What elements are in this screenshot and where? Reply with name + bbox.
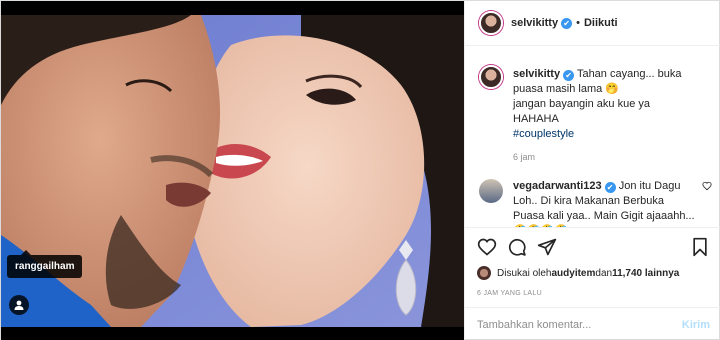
comment-verified-icon: ✔ bbox=[604, 182, 616, 193]
liker-avatar[interactable] bbox=[477, 266, 491, 280]
caption-time[interactable]: 6 jam bbox=[513, 150, 698, 165]
caption-username[interactable]: selvikitty bbox=[513, 68, 560, 80]
likes-summary[interactable]: Disukai oleh audyitem dan 11,740 lainnya bbox=[477, 266, 710, 280]
add-comment-input[interactable] bbox=[477, 318, 682, 331]
likes-prefix: Disukai oleh bbox=[497, 267, 552, 279]
post-actions: Disukai oleh audyitem dan 11,740 lainnya… bbox=[465, 227, 720, 302]
comments-list[interactable]: selvikitty ✔ Tahan cayang... buka puasa m… bbox=[465, 47, 720, 227]
photo-illustration bbox=[1, 15, 464, 327]
person-icon bbox=[14, 300, 24, 310]
author-avatar[interactable] bbox=[479, 11, 503, 35]
comment-body: vegadarwanti123 ✔ Jon itu Dagu Loh.. Di k… bbox=[513, 179, 698, 227]
likes-middle: dan bbox=[595, 267, 613, 279]
caption-author-avatar[interactable] bbox=[479, 65, 503, 89]
comment-row: vegadarwanti123 ✔ Jon itu Dagu Loh.. Di k… bbox=[479, 179, 712, 227]
follow-status-button[interactable]: Diikuti bbox=[584, 17, 618, 29]
bookmark-icon[interactable] bbox=[690, 237, 710, 257]
comment-username[interactable]: vegadarwanti123 bbox=[513, 180, 602, 192]
header-separator: • bbox=[576, 17, 580, 29]
post-image[interactable] bbox=[1, 15, 464, 327]
post-header: selvikitty ✔ • Diikuti bbox=[465, 1, 720, 46]
post-photo[interactable]: ranggailham bbox=[1, 1, 464, 340]
photo-user-tag[interactable]: ranggailham bbox=[7, 250, 83, 278]
verified-badge-icon: ✔ bbox=[561, 17, 573, 29]
caption-text-line2: jangan bayangin aku kue ya HAHAHA bbox=[513, 98, 650, 125]
post-side-panel: selvikitty ✔ • Diikuti selvikitty ✔ Tahan… bbox=[464, 1, 720, 340]
add-comment-bar: Kirim bbox=[465, 307, 720, 340]
caption-hashtag-link[interactable]: #couplestyle bbox=[513, 128, 574, 140]
likes-user[interactable]: audyitem bbox=[551, 268, 595, 279]
comment-like-heart-icon[interactable] bbox=[702, 181, 712, 194]
share-icon[interactable] bbox=[537, 237, 557, 257]
caption-body: selvikitty ✔ Tahan cayang... buka puasa m… bbox=[513, 67, 698, 165]
post-timestamp[interactable]: 6 JAM YANG LALU bbox=[477, 290, 710, 297]
author-username[interactable]: selvikitty bbox=[511, 17, 558, 29]
tagged-user-icon[interactable] bbox=[9, 295, 29, 315]
action-icons-row bbox=[477, 236, 710, 258]
heart-icon[interactable] bbox=[477, 237, 497, 257]
post-container: ranggailham selvikitty ✔ • Diikuti selvi… bbox=[0, 0, 720, 340]
commenter-avatar[interactable] bbox=[479, 179, 503, 203]
caption-row: selvikitty ✔ Tahan cayang... buka puasa m… bbox=[479, 65, 708, 165]
caption-verified-icon: ✔ bbox=[563, 70, 575, 81]
post-comment-button[interactable]: Kirim bbox=[682, 319, 710, 331]
comment-icon[interactable] bbox=[507, 237, 527, 257]
likes-count[interactable]: 11,740 lainnya bbox=[612, 268, 679, 279]
